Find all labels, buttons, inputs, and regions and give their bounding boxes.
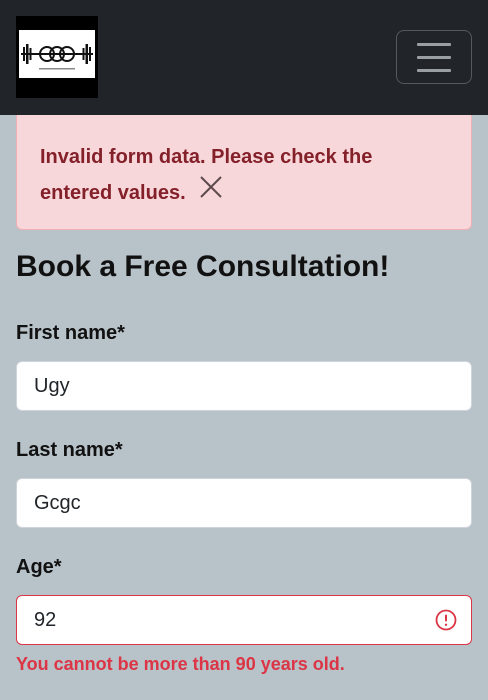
navbar — [0, 0, 488, 115]
age-label: Age* — [16, 556, 62, 578]
navbar-toggler-button[interactable] — [396, 30, 472, 84]
close-icon[interactable] — [197, 173, 225, 201]
age-error-message: You cannot be more than 90 years old. — [16, 654, 345, 674]
exclamation-circle-icon — [435, 609, 457, 631]
last-name-input[interactable] — [16, 478, 472, 528]
age-input[interactable] — [16, 595, 472, 645]
first-name-input[interactable] — [16, 361, 472, 411]
hamburger-icon — [417, 56, 451, 59]
dumbbell-logo-icon — [19, 30, 95, 78]
hamburger-icon — [417, 43, 451, 46]
page-title: Book a Free Consultation! — [16, 250, 390, 283]
brand-logo[interactable] — [16, 16, 98, 98]
last-name-label: Last name* — [16, 439, 123, 461]
hamburger-icon — [417, 69, 451, 72]
first-name-label: First name* — [16, 322, 125, 344]
error-alert: Invalid form data. Please check the ente… — [16, 115, 472, 230]
